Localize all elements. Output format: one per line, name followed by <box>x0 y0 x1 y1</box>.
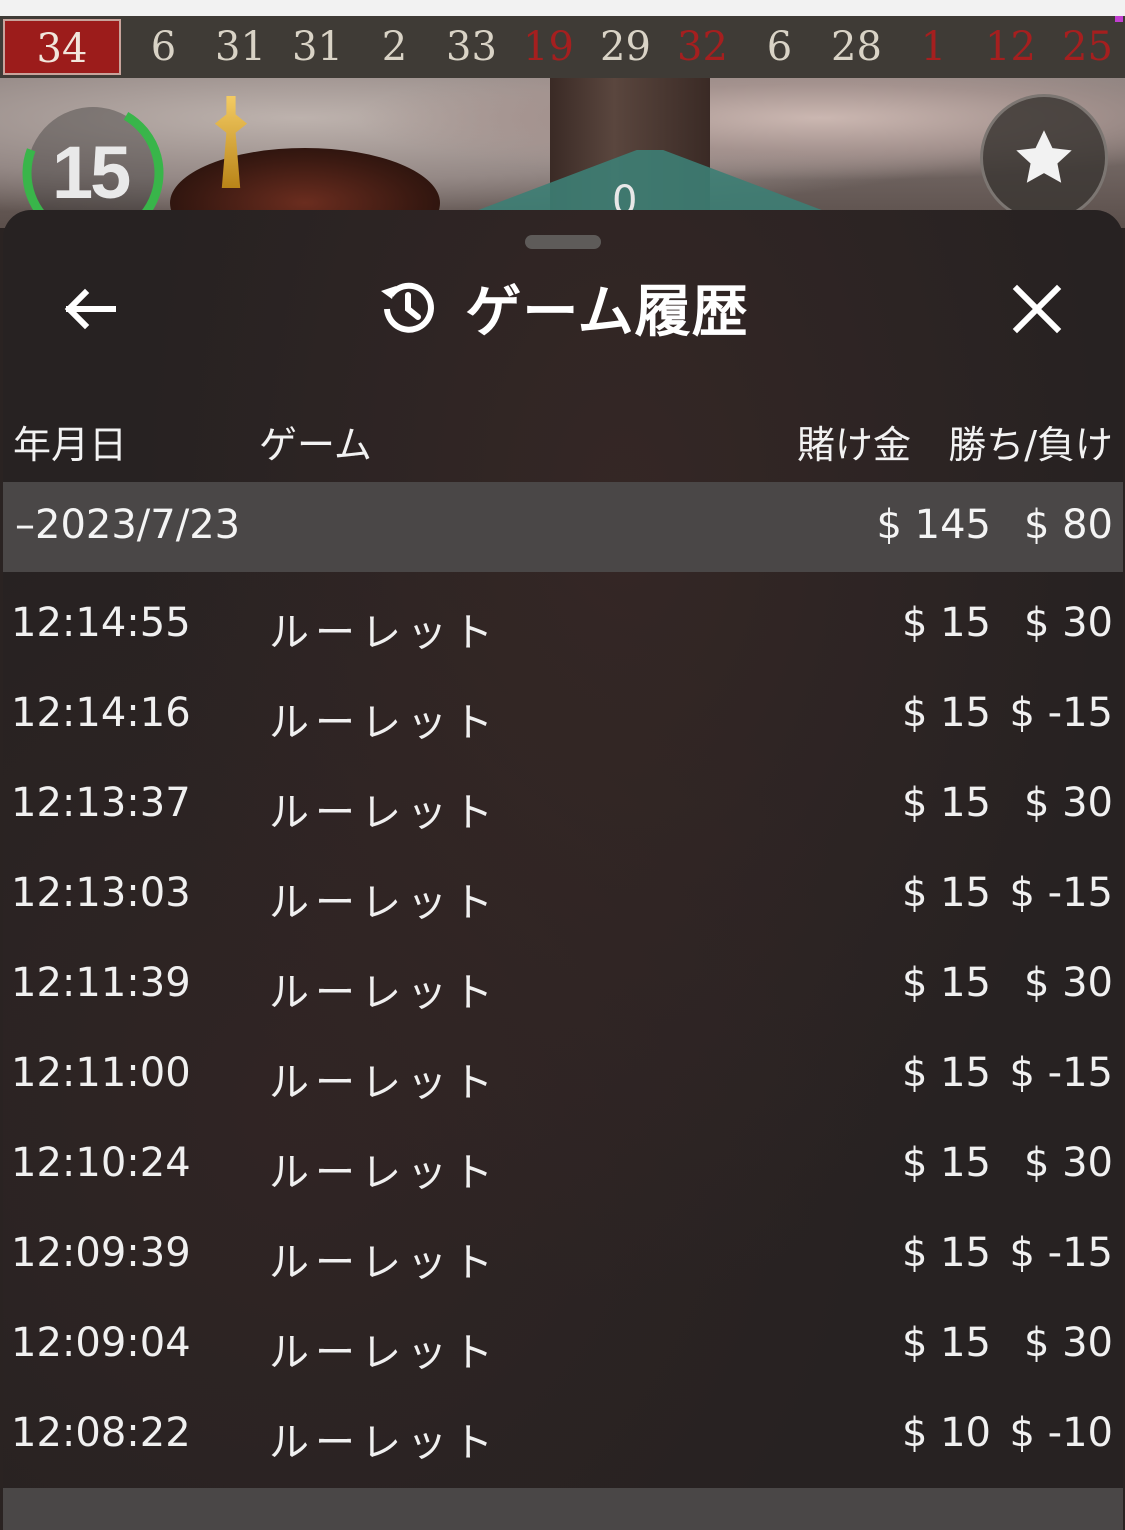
history-row[interactable]: 12:11:39 ルーレット $ 15 $ 30 <box>3 940 1123 1030</box>
history-row[interactable]: 12:13:37 ルーレット $ 15 $ 30 <box>3 760 1123 850</box>
history-row[interactable]: 12:14:16 ルーレット $ 15 $ -15 <box>3 670 1123 760</box>
notification-marker <box>1115 16 1123 22</box>
close-button[interactable] <box>1001 275 1073 343</box>
history-row[interactable]: 12:09:39 ルーレット $ 15 $ -15 <box>3 1210 1123 1300</box>
row-stake: $ 15 <box>901 870 991 916</box>
row-stake: $ 15 <box>901 1320 991 1366</box>
result-number: 31 <box>292 24 343 70</box>
recent-results-bar: 34 6 31 31 2 33 19 29 32 6 28 1 12 25 <box>0 16 1125 78</box>
row-time: 12:13:37 <box>11 780 191 826</box>
row-winloss: $ 30 <box>1023 1140 1113 1186</box>
row-game: ルーレット <box>269 790 499 836</box>
row-game: ルーレット <box>269 610 499 656</box>
row-time: 12:14:55 <box>11 600 191 646</box>
row-winloss: $ -15 <box>1009 1050 1114 1096</box>
history-row[interactable]: 12:08:22 ルーレット $ 10 $ -10 <box>3 1390 1123 1480</box>
row-winloss: $ 30 <box>1023 1320 1113 1366</box>
history-row[interactable]: 12:14:55 ルーレット $ 15 $ 30 <box>3 580 1123 670</box>
day-group-winloss-total: $ 80 <box>1023 502 1113 548</box>
result-number: 25 <box>1062 24 1113 70</box>
row-winloss: $ 30 <box>1023 600 1113 646</box>
result-number: 2 <box>381 24 408 70</box>
history-icon <box>377 277 437 337</box>
day-group-stake-total: $ 145 <box>876 502 991 548</box>
drag-handle[interactable] <box>525 235 601 249</box>
result-number: 33 <box>446 24 497 70</box>
star-icon <box>1016 130 1072 183</box>
column-headers: 年月日 ゲーム 賭け金 勝ち/負け <box>3 408 1123 468</box>
favorite-button[interactable] <box>980 94 1108 222</box>
result-number: 1 <box>920 24 947 70</box>
row-game: ルーレット <box>269 700 499 746</box>
result-number: 32 <box>677 24 728 70</box>
row-winloss: $ 30 <box>1023 780 1113 826</box>
row-time: 12:13:03 <box>11 870 191 916</box>
panel-header: ゲーム履歴 <box>3 272 1123 345</box>
row-winloss: $ -15 <box>1009 690 1114 736</box>
column-header-game: ゲーム <box>259 423 372 467</box>
row-stake: $ 15 <box>901 690 991 736</box>
row-game: ルーレット <box>269 1240 499 1286</box>
result-number: 29 <box>600 24 651 70</box>
row-time: 12:10:24 <box>11 1140 191 1186</box>
game-history-panel: ゲーム履歴 年月日 ゲーム 賭け金 勝ち/負け –2023/7/23 $ 145… <box>3 210 1123 1530</box>
row-stake: $ 15 <box>901 780 991 826</box>
row-stake: $ 15 <box>901 1050 991 1096</box>
history-row[interactable]: 12:10:24 ルーレット $ 15 $ 30 <box>3 1120 1123 1210</box>
row-game: ルーレット <box>269 970 499 1016</box>
row-game: ルーレット <box>269 880 499 926</box>
history-row[interactable]: 12:11:00 ルーレット $ 15 $ -15 <box>3 1030 1123 1120</box>
row-time: 12:09:04 <box>11 1320 191 1366</box>
status-strip <box>0 0 1125 16</box>
row-time: 12:11:00 <box>11 1050 191 1096</box>
result-number: 12 <box>985 24 1036 70</box>
history-list: 12:14:55 ルーレット $ 15 $ 30 12:14:16 ルーレット … <box>3 580 1123 1480</box>
row-game: ルーレット <box>269 1060 499 1106</box>
result-number-latest: 34 <box>3 19 121 75</box>
column-header-stake: 賭け金 <box>796 423 911 467</box>
next-day-group-header[interactable] <box>3 1488 1123 1530</box>
day-group-header[interactable]: –2023/7/23 $ 145 $ 80 <box>3 482 1123 572</box>
result-number: 19 <box>523 24 574 70</box>
close-icon <box>1012 284 1062 334</box>
panel-title: ゲーム履歴 <box>465 279 749 345</box>
row-time: 12:08:22 <box>11 1410 191 1456</box>
row-stake: $ 10 <box>901 1410 991 1456</box>
row-winloss: $ -15 <box>1009 870 1114 916</box>
row-game: ルーレット <box>269 1330 499 1376</box>
row-game: ルーレット <box>269 1420 499 1466</box>
row-winloss: $ -10 <box>1009 1410 1114 1456</box>
live-video: 0 <box>0 78 1125 228</box>
row-winloss: $ 30 <box>1023 960 1113 1006</box>
result-number: 6 <box>766 24 793 70</box>
column-header-winloss: 勝ち/負け <box>948 423 1113 467</box>
result-number: 6 <box>150 24 177 70</box>
row-time: 12:11:39 <box>11 960 191 1006</box>
row-stake: $ 15 <box>901 600 991 646</box>
history-row[interactable]: 12:13:03 ルーレット $ 15 $ -15 <box>3 850 1123 940</box>
countdown-value: 15 <box>52 131 131 214</box>
result-number: 28 <box>831 24 882 70</box>
column-header-date: 年月日 <box>13 423 128 467</box>
row-time: 12:14:16 <box>11 690 191 736</box>
row-stake: $ 15 <box>901 960 991 1006</box>
row-stake: $ 15 <box>901 1140 991 1186</box>
history-row[interactable]: 12:09:04 ルーレット $ 15 $ 30 <box>3 1300 1123 1390</box>
day-group-date: –2023/7/23 <box>15 502 241 548</box>
row-time: 12:09:39 <box>11 1230 191 1276</box>
row-stake: $ 15 <box>901 1230 991 1276</box>
row-game: ルーレット <box>269 1150 499 1196</box>
result-number: 31 <box>215 24 266 70</box>
row-winloss: $ -15 <box>1009 1230 1114 1276</box>
